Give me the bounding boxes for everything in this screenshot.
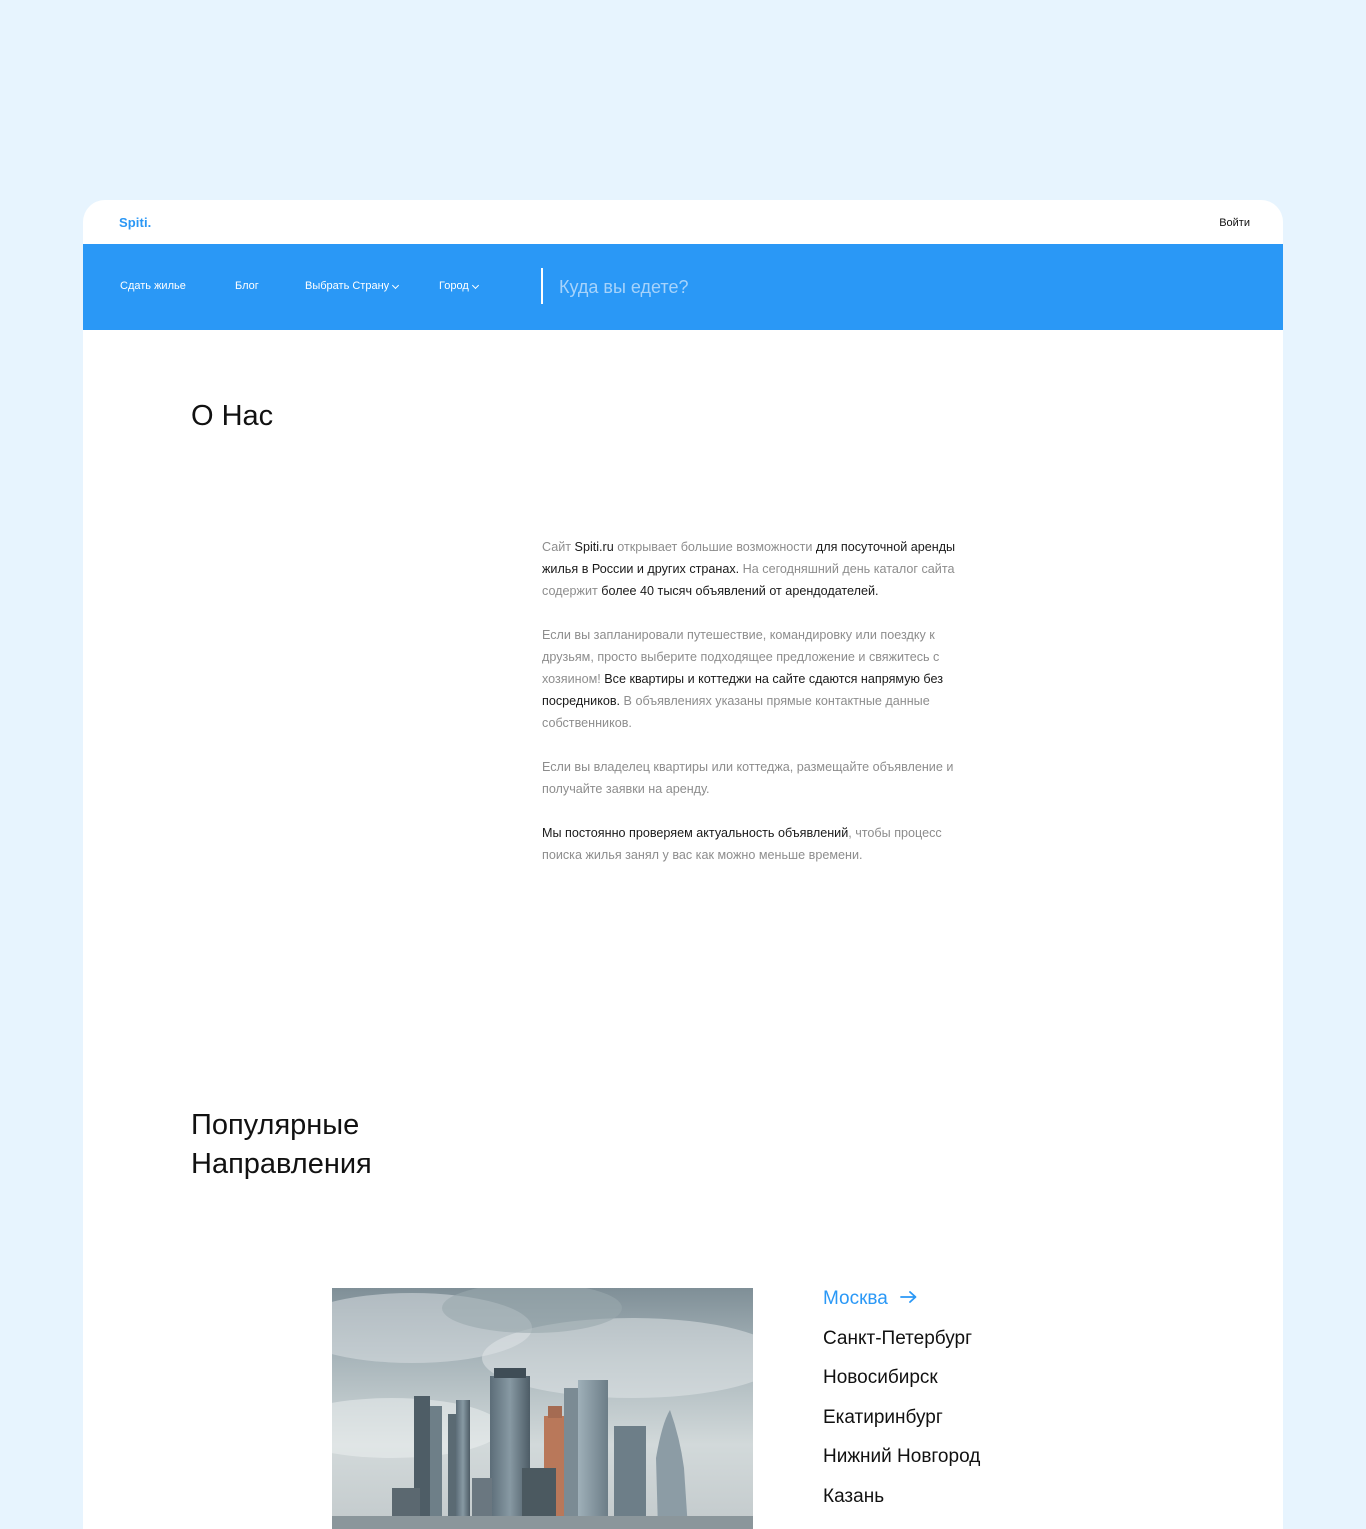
city-item-saint-petersburg[interactable]: Санкт-Петербург <box>823 1326 980 1366</box>
search-caret <box>541 268 543 304</box>
city-item-kazan[interactable]: Казань <box>823 1484 980 1524</box>
moscow-city-skyline-image <box>332 1288 753 1529</box>
about-paragraph-4: Мы постоянно проверяем актуальность объя… <box>542 822 972 866</box>
popular-title: Популярные Направления <box>191 1106 372 1184</box>
city-label: Москва <box>823 1288 888 1309</box>
popular-title-line: Направления <box>191 1148 372 1180</box>
text-span: Сайт <box>542 540 575 554</box>
nav-item-country[interactable]: Выбрать Страну <box>305 280 400 292</box>
about-paragraph-3: Если вы владелец квартиры или коттеджа, … <box>542 756 972 800</box>
nav-item-label: Сдать жилье <box>120 280 186 292</box>
city-list: Москва Санкт-Петербург Новосибирск Екати… <box>823 1286 980 1523</box>
city-item-nizhny-novgorod[interactable]: Нижний Новгород <box>823 1444 980 1484</box>
city-item-yekaterinburg[interactable]: Екатиринбург <box>823 1405 980 1445</box>
arrow-right-icon <box>899 1285 917 1303</box>
city-label: Екатиринбург <box>823 1406 943 1428</box>
nav-item-city[interactable]: Город <box>439 280 479 292</box>
city-label: Нижний Новгород <box>823 1446 981 1467</box>
city-item-moscow[interactable]: Москва <box>823 1286 980 1326</box>
text-span: более 40 тысяч объявлений от арендодател… <box>601 584 879 598</box>
city-item-novosibirsk[interactable]: Новосибирск <box>823 1365 980 1405</box>
text-span: Мы постоянно проверяем актуальность объя… <box>542 826 849 840</box>
about-text: Сайт Spiti.ru открывает большие возможно… <box>542 536 972 888</box>
nav-bar: Сдать жилье Блог Выбрать Страну Город <box>83 244 1283 330</box>
nav-item-blog[interactable]: Блог <box>235 280 259 292</box>
nav-item-rent-out[interactable]: Сдать жилье <box>120 280 186 292</box>
about-paragraph-2: Если вы запланировали путешествие, коман… <box>542 624 972 734</box>
about-paragraph-1: Сайт Spiti.ru открывает большие возможно… <box>542 536 972 602</box>
login-link[interactable]: Войти <box>1219 217 1250 229</box>
chevron-down-icon <box>392 281 400 290</box>
text-span: Spiti.ru <box>574 540 614 554</box>
nav-item-label: Город <box>439 280 469 292</box>
popular-title-line: Популярные <box>191 1109 360 1141</box>
page-card: Spiti. Войти Сдать жилье Блог Выбрать Ст… <box>83 200 1283 1529</box>
nav-item-label: Блог <box>235 280 259 292</box>
text-span: Если вы владелец квартиры или коттеджа, … <box>542 760 954 796</box>
chevron-down-icon <box>471 281 479 290</box>
city-label: Новосибирск <box>823 1367 938 1388</box>
about-title: О Нас <box>191 400 274 432</box>
city-label: Казань <box>823 1485 885 1507</box>
nav-item-label: Выбрать Страну <box>305 280 390 292</box>
top-bar: Spiti. Войти <box>83 200 1283 244</box>
city-photo <box>332 1288 753 1529</box>
search-input[interactable] <box>559 272 959 302</box>
city-label: Санкт-Петербург <box>823 1327 973 1349</box>
logo[interactable]: Spiti. <box>119 215 151 230</box>
text-span: открывает большие возможности <box>613 540 816 554</box>
